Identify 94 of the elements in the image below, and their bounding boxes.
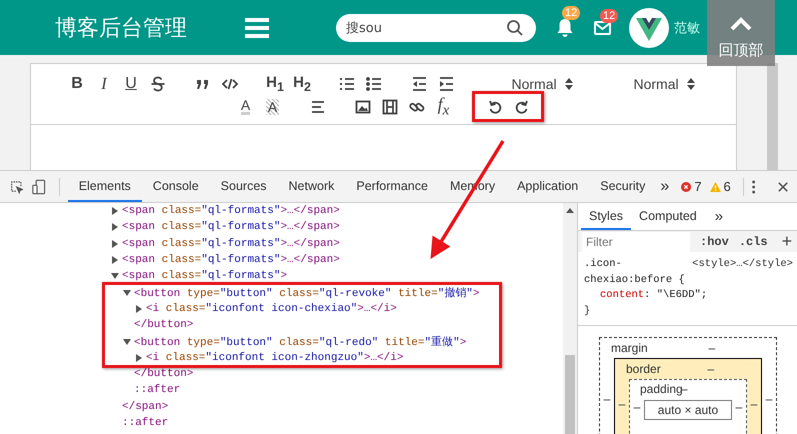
scrollbar-thumb[interactable] (565, 355, 575, 434)
warning-icon (710, 180, 721, 192)
scroll-up-arrow-icon[interactable] (566, 208, 574, 213)
box-value: – (708, 362, 714, 377)
strikethrough-icon (149, 74, 167, 92)
error-icon (681, 180, 692, 192)
image-icon (354, 98, 372, 116)
error-count[interactable]: 7 (694, 179, 702, 194)
chevron-up-icon (730, 17, 752, 31)
code-line[interactable]: <span class="ql-formats">…</span> (122, 221, 340, 234)
disclosure-triangle-icon[interactable] (111, 207, 119, 216)
style-source-link[interactable]: <style>…</style> (692, 257, 793, 288)
warning-count[interactable]: 6 (724, 179, 731, 194)
new-rule-button[interactable]: + (782, 231, 792, 252)
code-line[interactable]: <span class="ql-formats"> (122, 270, 288, 282)
box-value: – (632, 400, 642, 414)
box-label: padding (640, 382, 683, 397)
indent-icon (437, 74, 455, 92)
hover-state-button[interactable]: :hov (700, 234, 729, 248)
code-line[interactable]: <button type="button" class="ql-redo" title="重做"> (134, 334, 466, 350)
notification-badge: 12 (562, 6, 580, 20)
bullet-list-icon (365, 74, 383, 92)
css-selector: .icon-chexiao:before { (584, 257, 686, 288)
box-value: – (618, 397, 626, 411)
code-line[interactable]: <button type="button" class="ql-revoke" title="撤销"> (134, 285, 480, 300)
code-line[interactable]: <span class="ql-formats">…</span> (122, 254, 340, 266)
notification-badge: 12 (600, 8, 618, 22)
sort-arrows-icon (564, 78, 573, 90)
devtools-tab[interactable]: Application (506, 171, 590, 202)
disclosure-triangle-icon[interactable] (135, 304, 143, 313)
box-label: margin (611, 341, 648, 356)
film-icon (380, 98, 398, 116)
kebab-menu-icon[interactable] (752, 178, 755, 194)
header-button[interactable]: H$_{2}$ (288, 72, 316, 95)
box-value: – (708, 341, 716, 356)
outdent-icon (410, 74, 428, 92)
disclosure-triangle-icon[interactable] (123, 288, 131, 297)
close-icon[interactable] (778, 180, 788, 192)
code-line[interactable]: <span class="ql-formats">…</span> (122, 238, 340, 250)
class-button[interactable]: .cls (738, 234, 768, 248)
devtools-tab[interactable]: Security (589, 171, 656, 202)
disclosure-triangle-icon[interactable] (111, 256, 119, 264)
background-button[interactable]: A (259, 95, 286, 118)
header-button[interactable]: H$_{1}$ (262, 72, 288, 95)
closing-brace: } (584, 304, 592, 318)
box-value: – (764, 392, 774, 406)
color-button[interactable]: A (232, 95, 259, 118)
box-value: – (602, 392, 612, 406)
code-line[interactable]: <i class="iconfont icon-chexiao">…</i> (146, 302, 397, 315)
code-line[interactable]: </span> (122, 400, 168, 413)
underline-button[interactable]: U (118, 72, 144, 95)
code-line[interactable]: ::after (134, 384, 180, 396)
site-title: 博客后台管理 (55, 14, 188, 42)
bold-button[interactable]: B (64, 72, 90, 95)
devtools-tab[interactable]: Performance (345, 171, 439, 202)
devtools-tab[interactable]: Sources (210, 171, 278, 202)
avatar-logo-icon[interactable] (629, 8, 669, 48)
scrollbar[interactable] (767, 63, 778, 170)
code-line[interactable]: <i class="iconfont icon-zhongzuo">…</i> (146, 352, 404, 364)
css-declaration[interactable]: content: "\E6DD"; (584, 288, 793, 304)
inspect-icon[interactable] (10, 178, 24, 194)
code-line[interactable]: ::after (122, 417, 168, 429)
disclosure-triangle-icon[interactable] (123, 338, 131, 346)
format-dropdown[interactable]: Normal (484, 76, 582, 92)
disclosure-triangle-icon[interactable] (111, 223, 119, 232)
back-to-top-button[interactable]: 回顶部 (707, 0, 775, 66)
formula-button[interactable]: f$_{x}$ (430, 95, 457, 118)
code-line[interactable]: </button> (134, 368, 194, 380)
box-label: border (626, 362, 661, 377)
box-value: – (734, 400, 744, 414)
italic-button[interactable]: I (90, 72, 118, 95)
mail-icon[interactable] (594, 20, 611, 34)
disclosure-triangle-icon[interactable] (135, 354, 143, 362)
device-icon[interactable] (32, 178, 46, 196)
devtools-tab[interactable]: Network (278, 171, 346, 202)
disclosure-triangle-icon[interactable] (111, 240, 119, 248)
content-box: auto × auto (644, 400, 732, 420)
box-value: – (750, 397, 758, 411)
more-tabs-button[interactable]: » (660, 178, 670, 196)
disclosure-triangle-icon[interactable] (111, 272, 119, 280)
filter-field[interactable]: Filter (582, 232, 690, 252)
more-tabs-button[interactable]: » (714, 208, 724, 225)
menu-icon[interactable] (245, 18, 269, 38)
format-dropdown[interactable]: Normal (606, 76, 704, 92)
code-line[interactable]: </button> (134, 319, 194, 332)
code-line[interactable]: <span class="ql-formats">…</span> (122, 205, 340, 218)
search-icon[interactable] (506, 18, 524, 36)
scrollbar[interactable] (563, 203, 577, 434)
sort-arrows-icon (686, 78, 695, 90)
devtools-tab[interactable]: Elements (68, 171, 142, 202)
devtools-tab[interactable]: Console (142, 171, 210, 202)
bell-icon[interactable] (556, 18, 574, 38)
search-field[interactable]: 搜sou (336, 14, 536, 42)
styles-tab[interactable]: Computed (631, 203, 705, 230)
